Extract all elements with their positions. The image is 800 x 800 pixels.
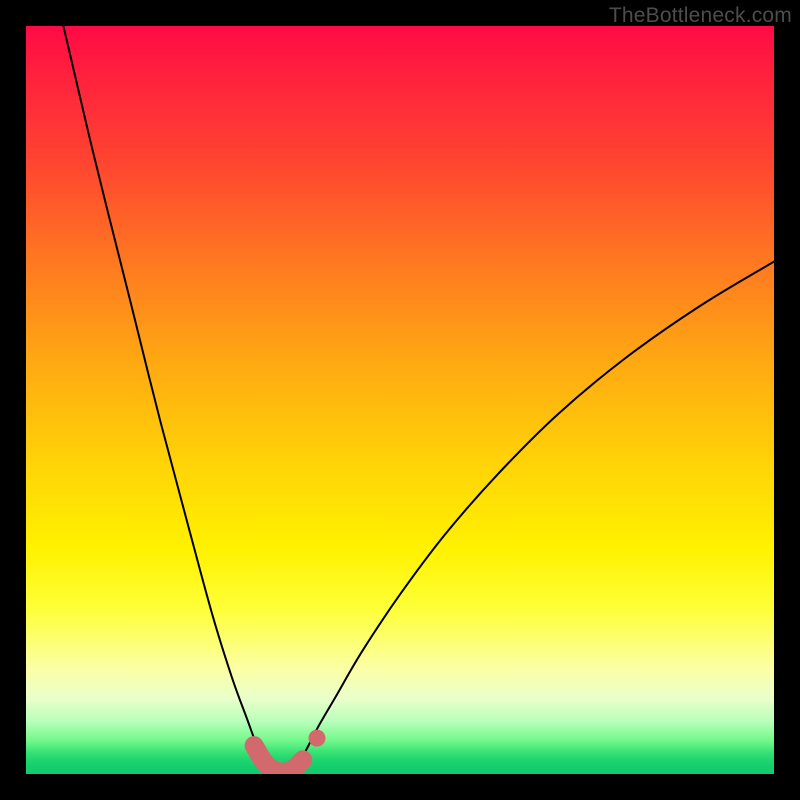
chart-plot-area bbox=[26, 26, 774, 774]
curve-right-branch bbox=[288, 262, 774, 773]
watermark-text: TheBottleneck.com bbox=[609, 4, 792, 28]
optimal-band-stroke bbox=[254, 746, 303, 773]
optimal-band-end-dot bbox=[308, 730, 325, 747]
optimal-band-markers bbox=[308, 730, 325, 747]
curve-left-branch bbox=[63, 26, 276, 773]
bottleneck-curve-svg bbox=[26, 26, 774, 774]
